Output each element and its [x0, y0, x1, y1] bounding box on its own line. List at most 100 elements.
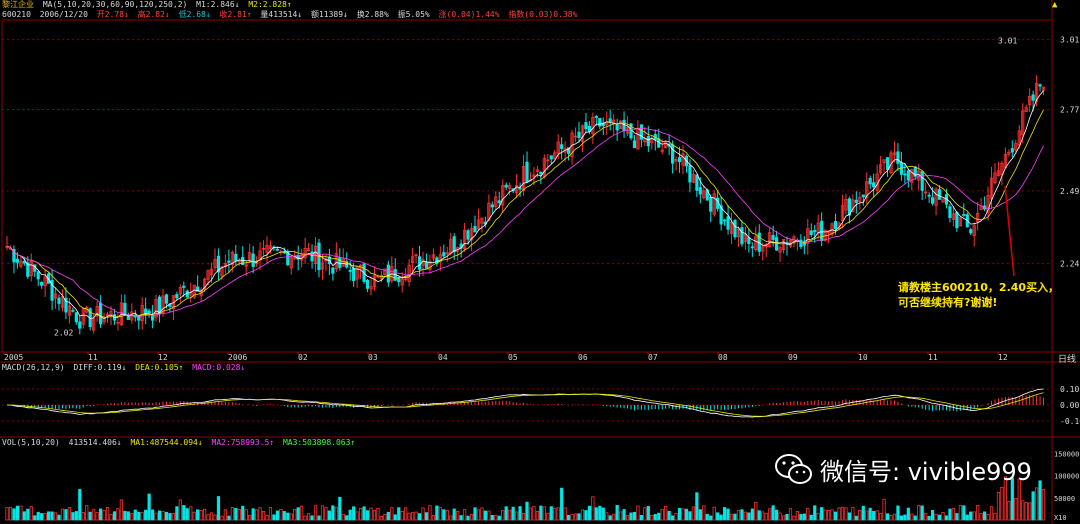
volume-bar: [785, 514, 789, 521]
candle-body: [74, 312, 78, 323]
candle-body: [234, 253, 238, 262]
volume-bar: [230, 507, 234, 521]
annotation-note: 请教楼主600210，2.40买入， 可否继续持有?谢谢!: [898, 280, 1059, 310]
volume-bar: [43, 513, 47, 521]
volume-bar: [615, 505, 619, 521]
volume-bar: [622, 509, 626, 521]
volume-bar: [594, 507, 598, 521]
volume-bar: [452, 508, 456, 521]
volume-bar: [53, 512, 58, 521]
volume-bar: [268, 507, 273, 521]
volume-bar: [105, 507, 110, 521]
vol-unit-label: X10: [1054, 514, 1067, 522]
candle-body: [948, 206, 952, 219]
volume-bar: [903, 514, 907, 521]
volume-bar: [833, 511, 838, 521]
candle-body: [1010, 148, 1014, 153]
volume-bar: [844, 507, 848, 521]
candle-body: [99, 302, 103, 325]
vol-tick-label: 100000: [1054, 473, 1079, 481]
volume-bar: [310, 515, 314, 521]
volume-bar: [494, 515, 498, 521]
volume-bar: [612, 513, 616, 521]
volume-bar: [736, 509, 741, 521]
volume-bar: [64, 509, 68, 521]
low-value: 低2.68↓: [178, 10, 211, 19]
scroll-up-icon[interactable]: ▲: [1052, 0, 1057, 10]
volume-bar: [1041, 489, 1046, 521]
volume-bar: [199, 509, 203, 521]
candle-body: [452, 236, 456, 253]
wechat-icon: [775, 453, 812, 484]
volume-bar: [986, 514, 990, 521]
candle-body: [577, 131, 581, 138]
volume-bar: [345, 515, 349, 521]
volume-bar: [872, 510, 876, 521]
macd-tick-label: 0.10: [1060, 385, 1079, 394]
volume-bar: [847, 512, 852, 521]
volume-bar: [754, 501, 758, 521]
volume-bar: [369, 507, 373, 521]
volume-bar: [71, 512, 75, 521]
candle-body: [695, 174, 699, 191]
volume-bar: [941, 512, 945, 521]
volume-bar: [802, 513, 806, 521]
volume-bar: [178, 499, 182, 521]
candle-body: [175, 294, 179, 299]
volume-bar: [934, 514, 938, 521]
volume-bar: [445, 510, 449, 521]
vol-header: VOL(5,10,20) 413514.406↓ MA1:487544.094↓…: [2, 438, 359, 448]
volume-bar: [501, 510, 505, 521]
volume-bar: [958, 505, 962, 521]
candle-body: [833, 220, 838, 230]
candle-body: [872, 182, 876, 187]
candle-body: [813, 230, 817, 233]
candle-body: [771, 235, 775, 240]
volume-bar: [376, 507, 380, 521]
candle-body: [549, 155, 553, 160]
header-row-2: 600210 2006/12/20 开2.78↓ 高2.82↓ 低2.68↓ 收…: [2, 10, 581, 20]
candle-body: [473, 226, 477, 233]
volume-bar: [591, 496, 595, 521]
volume-bar: [168, 513, 172, 521]
volume-bar: [476, 509, 481, 521]
volume-bar: [1035, 487, 1039, 521]
volume-bar: [775, 509, 779, 521]
volume-bar: [241, 505, 245, 521]
volume-bar: [74, 511, 78, 521]
volume-bar: [1031, 491, 1035, 521]
volume-bar: [747, 512, 751, 521]
volume-bar: [462, 509, 467, 521]
volume-bar: [404, 507, 408, 521]
volume-bar: [913, 515, 917, 521]
volume-bar: [605, 512, 609, 521]
volume-bar: [917, 505, 921, 521]
candle-body: [157, 296, 162, 314]
volume-bar: [889, 515, 893, 521]
volume-bar: [875, 510, 879, 521]
volume-bar: [185, 508, 189, 521]
stock-name: 黎江企业: [2, 0, 34, 9]
volume-bar: [248, 514, 252, 521]
period-label[interactable]: 日线: [1058, 352, 1076, 365]
volume-bar: [587, 505, 592, 521]
candle-body: [698, 187, 702, 195]
volume-bar: [899, 515, 904, 521]
candle-body: [490, 204, 494, 208]
candle-body: [126, 315, 130, 320]
volume-bar: [920, 505, 924, 521]
high-price-marker: 3.01: [998, 37, 1017, 46]
candle-body: [539, 171, 543, 175]
candle-body: [352, 268, 356, 281]
volume-bar: [300, 505, 304, 521]
volume-bar: [944, 515, 949, 521]
candle-body: [348, 270, 352, 272]
volume-bar: [716, 512, 720, 521]
amplitude-value: 振5.05%: [397, 10, 430, 19]
volume-bar: [161, 511, 165, 521]
volume-bar: [521, 513, 526, 521]
candle-body: [903, 173, 907, 176]
volume-bar: [705, 513, 709, 521]
candle-body: [969, 229, 973, 234]
volume-bar: [397, 507, 401, 521]
